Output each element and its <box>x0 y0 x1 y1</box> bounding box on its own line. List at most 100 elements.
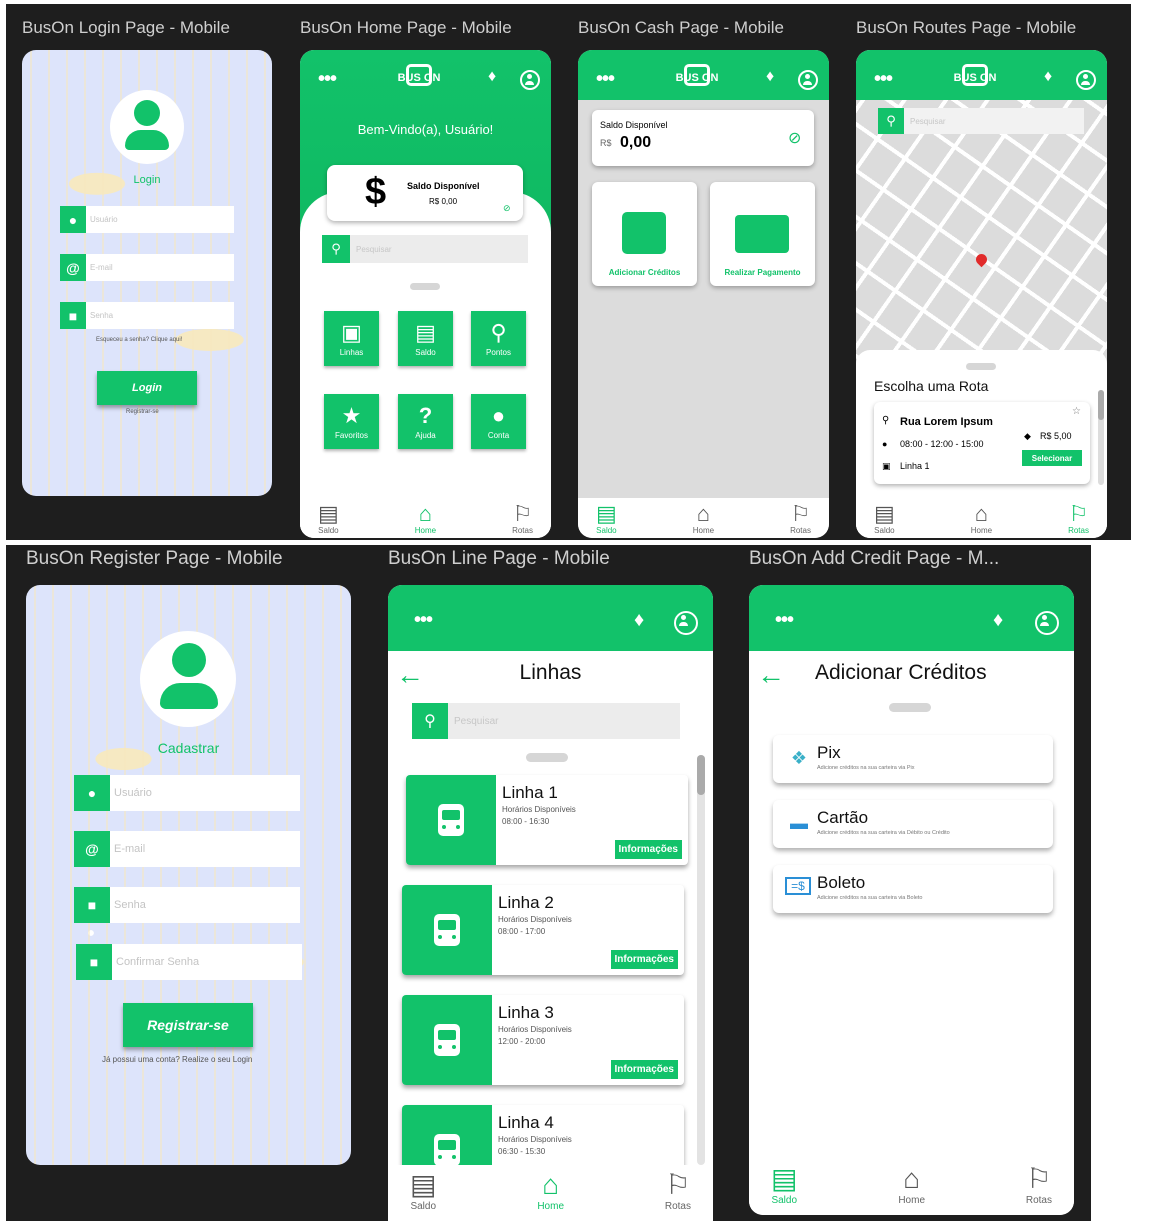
profile-icon[interactable] <box>798 70 818 90</box>
bell-icon[interactable]: ♦ <box>634 609 644 632</box>
star-icon[interactable]: ☆ <box>1072 406 1081 417</box>
tile-ajuda[interactable]: ? Ajuda <box>398 394 453 449</box>
tile-pontos[interactable]: ⚲ Pontos <box>471 311 526 366</box>
nav-home[interactable]: ⌂ Home <box>898 1159 925 1215</box>
bell-icon[interactable]: ♦ <box>993 609 1003 632</box>
hide-icon[interactable]: ⊘ <box>503 203 511 214</box>
home-icon: ⌂ <box>542 1169 560 1200</box>
nav-saldo[interactable]: ▤ Saldo <box>874 498 895 538</box>
profile-icon[interactable] <box>674 611 698 635</box>
drag-handle[interactable] <box>966 363 996 370</box>
login-link[interactable]: Já possui uma conta? Realize o seu Login <box>102 1055 252 1064</box>
username-field[interactable]: ● Usuário <box>60 206 234 233</box>
email-field[interactable]: @ E-mail <box>60 254 234 281</box>
search-input[interactable]: ⚲ Pesquisar <box>878 108 1084 134</box>
frame-title-routes: BusOn Routes Page - Mobile <box>856 18 1077 37</box>
at-icon: @ <box>74 831 110 867</box>
nav-home[interactable]: ⌂ Home <box>537 1165 564 1221</box>
nav-rotas[interactable]: ⚐ Rotas <box>790 498 811 538</box>
register-link[interactable]: Registrar-se <box>126 409 159 415</box>
lines-screen: ••• ♦ ← Linhas ⚲ Pesquisar Linha 1 Horário… <box>388 585 713 1221</box>
drag-handle[interactable] <box>526 753 568 762</box>
scrollbar[interactable] <box>1098 390 1104 485</box>
bottom-nav: ▤ Saldo ⌂ Home ⚐ Rotas <box>300 498 551 538</box>
home-icon: ⌂ <box>418 501 433 526</box>
menu-icon[interactable]: ••• <box>874 68 893 91</box>
username-field[interactable]: ● Usuário <box>74 775 300 811</box>
pix-icon: ❖ <box>790 748 808 768</box>
welcome-text: Bem-Vindo(a), Usuário! <box>357 122 494 137</box>
tile-linhas[interactable]: ▣ Linhas <box>324 311 379 366</box>
card-option[interactable]: ▬ Cartão Adicione créditos na sua carteira… <box>773 800 1053 848</box>
routes-screen: ••• BUS ON ♦ ⚲ Pesquisar Escolha uma Rota… <box>856 50 1107 538</box>
bell-icon[interactable]: ♦ <box>1044 68 1052 86</box>
confirm-password-field[interactable]: ■ Confirmar Senha <box>76 944 302 980</box>
register-button[interactable]: Registrar-se <box>123 1003 253 1047</box>
profile-icon[interactable] <box>1035 611 1059 635</box>
profile-icon[interactable] <box>1076 70 1096 90</box>
profile-icon[interactable] <box>520 70 540 90</box>
menu-icon[interactable]: ••• <box>318 68 337 91</box>
nav-saldo[interactable]: ▤ Saldo <box>596 498 617 538</box>
info-button[interactable]: Informações <box>614 840 682 859</box>
map-icon: ⚐ <box>665 1169 691 1200</box>
frame-title-register: BusOn Register Page - Mobile <box>26 548 283 569</box>
menu-icon[interactable]: ••• <box>596 68 615 91</box>
route-card[interactable]: ⚲ Rua Lorem Ipsum ● 08:00 - 12:00 - 15:0… <box>874 402 1090 484</box>
payment-button[interactable]: Realizar Pagamento <box>710 182 815 286</box>
password-field[interactable]: ■ Senha <box>60 302 234 329</box>
password-field[interactable]: ■ Senha <box>74 887 300 923</box>
login-heading: Login <box>133 174 161 186</box>
menu-icon[interactable]: ••• <box>414 609 433 632</box>
back-arrow-icon[interactable]: ← <box>757 659 785 691</box>
nav-home[interactable]: ⌂ Home <box>971 498 992 538</box>
bell-icon[interactable]: ♦ <box>488 68 496 86</box>
line-card[interactable]: Linha 1 Horários Disponíveis 08:00 - 16:30… <box>406 775 688 865</box>
nav-saldo[interactable]: ▤ Saldo <box>410 1165 436 1221</box>
boleto-option[interactable]: =$ Boleto Adicione créditos na sua carteir… <box>773 865 1053 913</box>
home-icon: ⌂ <box>903 1163 921 1194</box>
bus-icon <box>434 914 460 946</box>
tile-conta[interactable]: ● Conta <box>471 394 526 449</box>
balance-card[interactable]: Saldo Disponível R$ 0,00 ⊘ <box>592 110 814 166</box>
line-card[interactable]: Linha 2 Horários Disponíveis 08:00 - 17:00… <box>402 885 684 975</box>
balance-card[interactable]: $ Saldo Disponível R$ 0,00 ⊘ <box>327 165 523 221</box>
bell-icon[interactable]: ♦ <box>766 68 774 86</box>
login-button[interactable]: Login <box>97 371 197 405</box>
line-card[interactable]: Linha 3 Horários Disponíveis 12:00 - 20:00… <box>402 995 684 1085</box>
lock-icon: ■ <box>74 887 110 923</box>
drag-handle[interactable] <box>410 283 440 290</box>
info-button[interactable]: Informações <box>610 950 678 969</box>
bus-icon <box>434 1024 460 1056</box>
nav-rotas[interactable]: ⚐ Rotas <box>512 498 533 538</box>
hide-icon[interactable]: ⊘ <box>788 128 801 148</box>
nav-saldo[interactable]: ▤ Saldo <box>771 1159 797 1215</box>
tile-saldo[interactable]: ▤ Saldo <box>398 311 453 366</box>
drag-handle[interactable] <box>889 703 931 712</box>
clock-icon: ● <box>882 439 888 449</box>
search-input[interactable]: ⚲ Pesquisar <box>412 703 680 739</box>
nav-home[interactable]: ⌂ Home <box>415 498 436 538</box>
bottom-nav: ▤ Saldo ⌂ Home ⚐ Rotas <box>749 1159 1074 1215</box>
user-icon: ● <box>74 775 110 811</box>
select-route-button[interactable]: Selecionar <box>1022 450 1082 466</box>
nav-home[interactable]: ⌂ Home <box>693 498 714 538</box>
nav-saldo[interactable]: ▤ Saldo <box>318 498 339 538</box>
cash-icon: ▤ <box>874 501 895 526</box>
nav-rotas[interactable]: ⚐ Rotas <box>1026 1159 1052 1215</box>
wallet-icon <box>622 212 666 254</box>
nav-rotas[interactable]: ⚐ Rotas <box>665 1165 691 1221</box>
bus-logo: BUS ON <box>398 64 440 86</box>
forgot-password-link[interactable]: Esqueceu a senha? Clique aqui! <box>96 337 182 343</box>
search-input[interactable]: ⚲ Pesquisar <box>322 235 528 263</box>
add-credits-button[interactable]: Adicionar Créditos <box>592 182 697 286</box>
email-field[interactable]: @ E-mail <box>74 831 300 867</box>
menu-icon[interactable]: ••• <box>775 609 794 632</box>
info-button[interactable]: Informações <box>610 1060 678 1079</box>
scrollbar[interactable] <box>697 755 705 1165</box>
tile-favoritos[interactable]: ★ Favoritos <box>324 394 379 449</box>
nav-rotas[interactable]: ⚐ Rotas <box>1068 498 1089 538</box>
addcredit-screen: ••• ♦ ← Adicionar Créditos ❖ Pix Adicione … <box>749 585 1074 1215</box>
pix-option[interactable]: ❖ Pix Adicione créditos na sua carteira vi… <box>773 735 1053 783</box>
bottom-nav: ▤ Saldo ⌂ Home ⚐ Rotas <box>856 498 1107 538</box>
